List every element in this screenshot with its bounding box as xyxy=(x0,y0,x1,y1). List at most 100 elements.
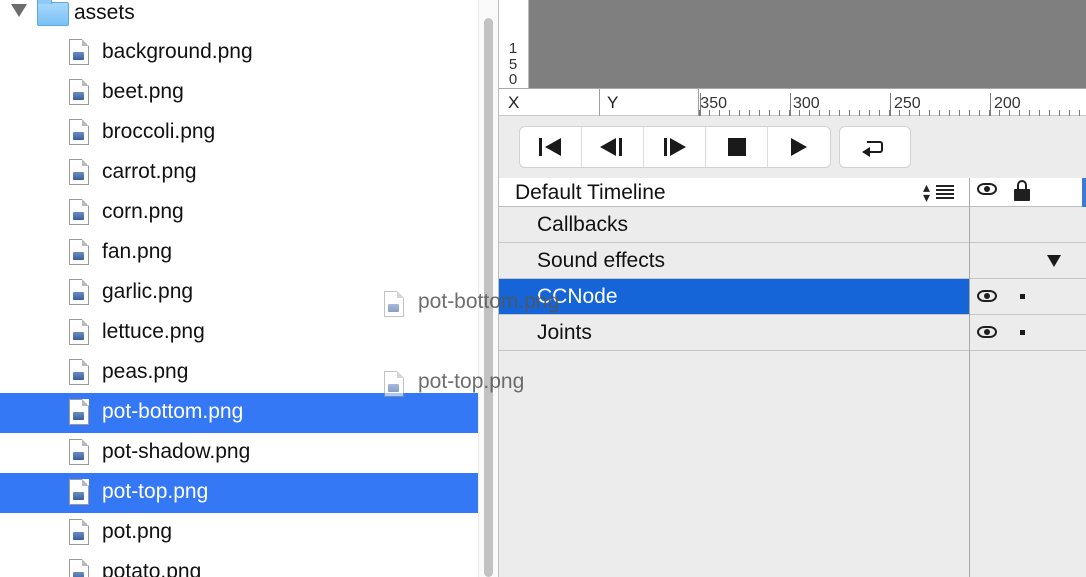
file-row-carrot[interactable]: carrot.png xyxy=(0,153,478,193)
timeline-row-label: Callbacks xyxy=(537,213,629,236)
image-file-icon xyxy=(384,371,404,397)
file-label: lettuce.png xyxy=(102,320,205,343)
image-file-icon xyxy=(69,39,89,65)
loop-button[interactable] xyxy=(840,127,910,167)
timeline-panel: Default Timeline ▴ ▾ Callbacks Sound effe… xyxy=(499,178,1086,577)
file-row-pot-top[interactable]: pot-top.png xyxy=(0,473,478,513)
expand-triangle-icon[interactable] xyxy=(1047,255,1061,267)
stop-button[interactable] xyxy=(706,127,768,167)
file-row-pot-bottom[interactable]: pot-bottom.png xyxy=(0,393,478,433)
ruler-number: 300 xyxy=(793,95,820,112)
eye-icon xyxy=(977,290,997,302)
vertical-ruler-digit: 1 xyxy=(508,40,518,57)
vertical-ruler: 1 5 0 xyxy=(499,0,529,88)
timeline-empty-area xyxy=(499,351,1086,577)
play-icon xyxy=(790,138,808,156)
ruler-number: 250 xyxy=(894,95,921,112)
file-row-peas[interactable]: peas.png xyxy=(0,353,478,393)
file-label: beet.png xyxy=(102,80,184,103)
step-back-button[interactable] xyxy=(582,127,644,167)
file-label: broccoli.png xyxy=(102,120,216,143)
step-forward-icon xyxy=(662,138,688,156)
file-label: garlic.png xyxy=(102,280,194,303)
image-file-icon xyxy=(69,239,89,265)
stop-icon xyxy=(727,138,746,156)
file-label: pot-shadow.png xyxy=(102,440,251,463)
timeline-scrollbar-edge[interactable] xyxy=(1082,178,1086,207)
file-row-broccoli[interactable]: broccoli.png xyxy=(0,113,478,153)
file-label: potato.png xyxy=(102,560,202,577)
image-file-icon xyxy=(69,439,89,465)
canvas-area: 1 5 0 xyxy=(499,0,1086,88)
file-row-beet[interactable]: beet.png xyxy=(0,73,478,113)
vertical-ruler-digit: 0 xyxy=(508,71,518,88)
folder-icon xyxy=(37,0,69,26)
updown-arrows-icon[interactable]: ▴ ▾ xyxy=(923,180,930,204)
file-browser: assets background.png beet.png broccoli.… xyxy=(0,0,478,577)
image-file-icon xyxy=(69,399,89,425)
canvas-view[interactable] xyxy=(529,0,1086,88)
file-row-corn[interactable]: corn.png xyxy=(0,193,478,233)
step-forward-button[interactable] xyxy=(644,127,706,167)
image-file-icon xyxy=(69,559,89,577)
playback-button-group xyxy=(519,126,831,168)
visibility-column-header xyxy=(977,183,997,195)
horizontal-ruler: X Y 350 300 250 200 xyxy=(499,88,1086,116)
list-menu-icon[interactable] xyxy=(936,185,954,199)
image-file-icon xyxy=(69,359,89,385)
step-back-icon xyxy=(599,138,626,156)
file-label: carrot.png xyxy=(102,160,197,183)
image-file-icon xyxy=(69,79,89,105)
lock-toggle[interactable] xyxy=(1020,330,1025,335)
file-label: background.png xyxy=(102,40,253,63)
image-file-icon xyxy=(69,279,89,305)
file-label: peas.png xyxy=(102,360,189,383)
file-label: pot-bottom.png xyxy=(102,400,244,423)
disclosure-triangle-icon[interactable] xyxy=(11,4,27,17)
timeline-row-label: Sound effects xyxy=(537,249,666,272)
image-file-icon xyxy=(384,291,404,317)
timeline-row-callbacks[interactable]: Callbacks xyxy=(499,207,1086,243)
y-coordinate-label: Y xyxy=(607,93,619,112)
file-label: fan.png xyxy=(102,240,173,263)
folder-label: assets xyxy=(74,1,135,24)
timeline-selector[interactable]: Default Timeline xyxy=(515,181,666,205)
lock-icon xyxy=(1013,180,1031,202)
timeline-row-sound-effects[interactable]: Sound effects xyxy=(499,243,1086,279)
play-button[interactable] xyxy=(768,127,830,167)
file-label: pot.png xyxy=(102,520,173,543)
image-file-icon xyxy=(69,319,89,345)
file-label: pot-top.png xyxy=(102,480,209,503)
ruler-major-tick xyxy=(890,93,891,116)
ruler-number: 350 xyxy=(700,95,727,112)
file-row-lettuce[interactable]: lettuce.png xyxy=(0,313,478,353)
timeline-header: Default Timeline ▴ ▾ xyxy=(499,178,1086,207)
file-row-background[interactable]: background.png xyxy=(0,33,478,73)
visibility-toggle[interactable] xyxy=(977,290,997,302)
image-file-icon xyxy=(69,159,89,185)
ruler-major-tick xyxy=(790,93,791,116)
loop-icon xyxy=(862,139,888,157)
file-label: corn.png xyxy=(102,200,184,223)
ruler-major-tick xyxy=(990,93,991,116)
folder-row-assets[interactable]: assets xyxy=(0,0,478,32)
file-row-pot[interactable]: pot.png xyxy=(0,513,478,553)
timeline-row-ccnode[interactable]: CCNode xyxy=(499,279,1086,315)
lock-toggle[interactable] xyxy=(1020,294,1025,299)
file-row-fan[interactable]: fan.png xyxy=(0,233,478,273)
file-row-garlic[interactable]: garlic.png xyxy=(0,273,478,313)
eye-icon xyxy=(977,183,997,195)
visibility-toggle[interactable] xyxy=(977,326,997,338)
eye-icon xyxy=(977,326,997,338)
skip-to-start-button[interactable] xyxy=(520,127,582,167)
image-file-icon xyxy=(69,119,89,145)
image-file-icon xyxy=(69,479,89,505)
file-row-pot-shadow[interactable]: pot-shadow.png xyxy=(0,433,478,473)
loop-button-group xyxy=(839,126,911,168)
lock-column-header xyxy=(1013,180,1031,202)
image-file-icon xyxy=(69,199,89,225)
file-row-potato[interactable]: potato.png xyxy=(0,553,478,577)
timeline-row-label: Joints xyxy=(537,321,592,344)
editor-panel: 1 5 0 X Y 350 300 250 200 Default Timeli… xyxy=(498,0,1086,577)
timeline-row-joints[interactable]: Joints xyxy=(499,315,1086,351)
